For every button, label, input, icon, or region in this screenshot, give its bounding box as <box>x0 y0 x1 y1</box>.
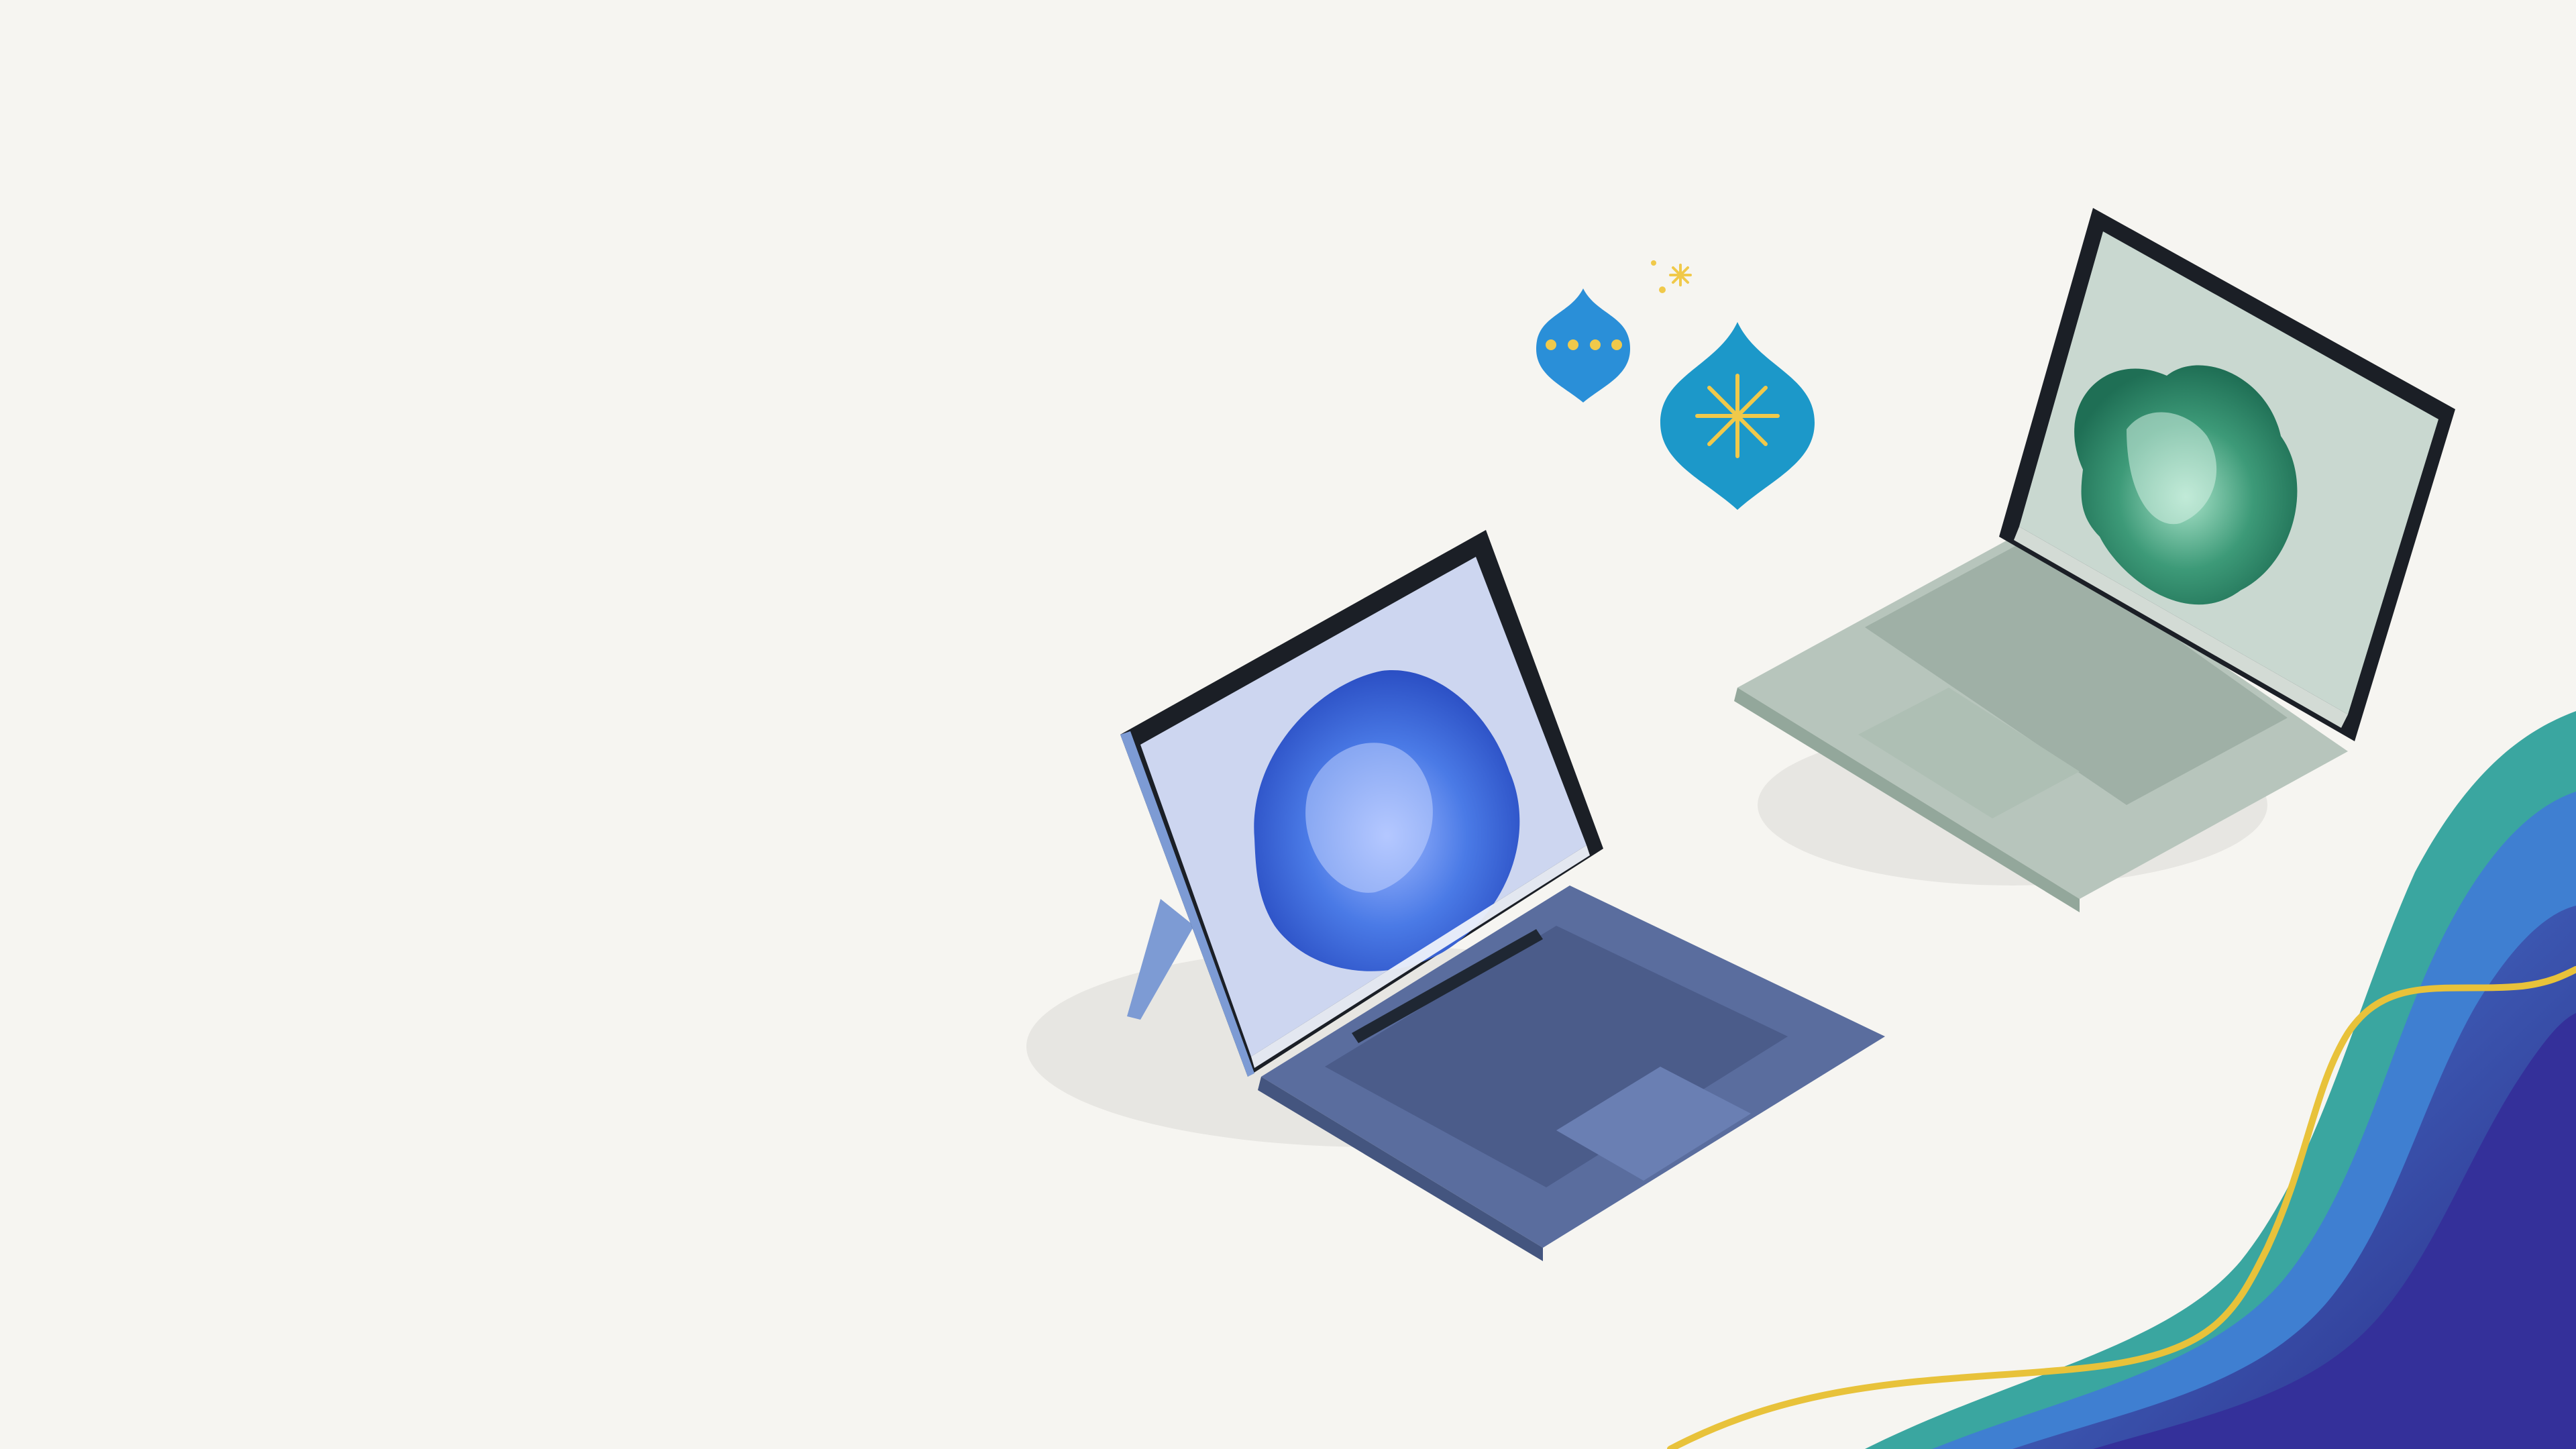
ornament-dot <box>1546 339 1556 350</box>
ornament-dot <box>1611 339 1622 350</box>
ornament-dot <box>1568 339 1578 350</box>
starburst-icon <box>1695 374 1780 458</box>
hero-scene <box>0 0 2576 1449</box>
ornament-dot <box>1590 339 1601 350</box>
